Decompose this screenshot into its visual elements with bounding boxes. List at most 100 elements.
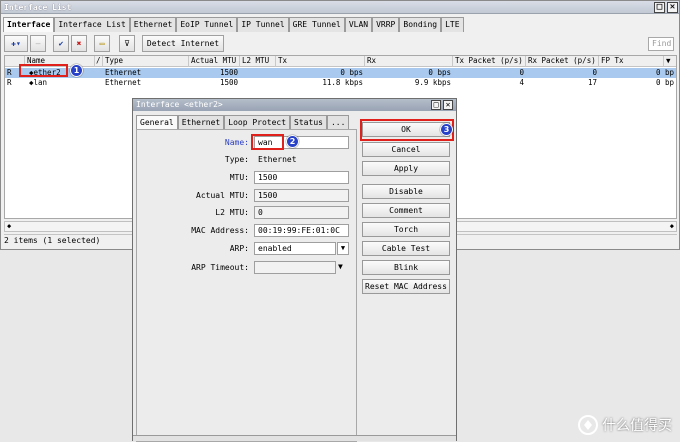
row-actual-mtu: 1500 bbox=[219, 78, 238, 87]
annotation-badge-3: 3 bbox=[440, 123, 453, 136]
dialog-restore-button[interactable]: □ bbox=[431, 100, 441, 110]
tab-lte[interactable]: LTE bbox=[441, 17, 464, 32]
row-rx-pps: 17 bbox=[587, 78, 597, 87]
row-tx: 0 bps bbox=[340, 68, 363, 77]
col-type[interactable]: Type bbox=[103, 56, 189, 67]
tab-bonding[interactable]: Bonding bbox=[399, 17, 442, 32]
column-menu-icon[interactable]: ▼ bbox=[664, 56, 676, 67]
arp-dropdown-icon[interactable]: ▼ bbox=[337, 242, 349, 255]
arp-timeout-label: ARP Timeout: bbox=[191, 263, 249, 272]
tab-ip-tunnel[interactable]: IP Tunnel bbox=[237, 17, 289, 32]
mac-field[interactable]: 00:19:99:FE:01:0C bbox=[254, 224, 349, 237]
mtu-field[interactable]: 1500 bbox=[254, 171, 349, 184]
dialog-status-strip bbox=[133, 435, 456, 441]
annotation-badge-2: 2 bbox=[286, 135, 299, 148]
row-fp-tx: 0 bp bbox=[655, 68, 674, 77]
tab-general[interactable]: General bbox=[136, 115, 178, 129]
tab-interface-list[interactable]: Interface List bbox=[54, 17, 130, 32]
row-name: ◆lan bbox=[29, 78, 48, 87]
window-title-bar[interactable]: Interface List □ ✕ bbox=[1, 1, 679, 14]
arp-timeout-toggle-icon[interactable]: ▼ bbox=[338, 262, 343, 272]
row-rx: 0 bps bbox=[428, 68, 451, 77]
row-type: Ethernet bbox=[105, 78, 142, 87]
tab-eoip-tunnel[interactable]: EoIP Tunnel bbox=[176, 17, 238, 32]
filter-icon[interactable]: ⊽ bbox=[119, 35, 135, 52]
comment-icon[interactable]: ▭ bbox=[94, 35, 110, 52]
close-button[interactable]: ✕ bbox=[667, 2, 678, 13]
table-row[interactable]: R ◆lan Ethernet 1500 11.8 kbps 9.9 kbps … bbox=[5, 78, 676, 88]
col-sort[interactable]: / bbox=[95, 56, 103, 67]
enable-icon[interactable]: ✔ bbox=[53, 35, 69, 52]
type-label: Type: bbox=[224, 155, 249, 164]
table-row[interactable]: R ◆ether2 Ethernet 1500 0 bps 0 bps 0 0 … bbox=[5, 68, 676, 78]
highlight-name bbox=[251, 134, 284, 150]
row-l2-mtu bbox=[240, 68, 276, 78]
tab-interface[interactable]: Interface bbox=[3, 17, 55, 32]
cable-test-button[interactable]: Cable Test bbox=[362, 241, 450, 256]
watermark: 什么值得买 bbox=[578, 415, 672, 435]
tab-status[interactable]: Status bbox=[290, 115, 327, 129]
restore-button[interactable]: □ bbox=[654, 2, 665, 13]
tab-gre-tunnel[interactable]: GRE Tunnel bbox=[288, 17, 345, 32]
disable-button[interactable]: Disable bbox=[362, 184, 450, 199]
blink-button[interactable]: Blink bbox=[362, 260, 450, 275]
mac-label: MAC Address: bbox=[191, 226, 249, 235]
arp-label: ARP: bbox=[229, 244, 249, 253]
tab-vlan[interactable]: VLAN bbox=[344, 17, 373, 32]
detect-internet-button[interactable]: Detect Internet bbox=[142, 35, 224, 52]
col-tx-packet[interactable]: Tx Packet (p/s) bbox=[453, 56, 526, 67]
tab-ethernet[interactable]: Ethernet bbox=[129, 17, 177, 32]
watermark-logo-icon bbox=[578, 415, 598, 435]
watermark-text: 什么值得买 bbox=[602, 418, 672, 434]
scroll-left-icon[interactable]: ◆ bbox=[7, 222, 11, 231]
dialog-title-bar[interactable]: Interface <ether2> □ ✕ bbox=[133, 99, 456, 111]
dialog-close-button[interactable]: ✕ bbox=[443, 100, 453, 110]
add-icon[interactable]: ✚▾ bbox=[4, 35, 28, 52]
row-tx-pps: 0 bbox=[519, 68, 524, 77]
col-l2-mtu[interactable]: L2 MTU bbox=[240, 56, 276, 67]
type-value: Ethernet bbox=[258, 155, 297, 164]
tab-ethernet-settings[interactable]: Ethernet bbox=[177, 115, 225, 129]
comment-button[interactable]: Comment bbox=[362, 203, 450, 218]
highlight-ether2 bbox=[19, 64, 68, 77]
row-rx-pps: 0 bbox=[592, 68, 597, 77]
window-title: Interface List bbox=[4, 3, 72, 12]
row-type: Ethernet bbox=[105, 68, 142, 77]
mtu-label: MTU: bbox=[229, 173, 249, 182]
name-label: Name: bbox=[224, 138, 249, 147]
find-input[interactable]: Find bbox=[648, 37, 674, 51]
tab-more[interactable]: ... bbox=[326, 115, 350, 129]
col-rx-packet[interactable]: Rx Packet (p/s) bbox=[526, 56, 599, 67]
l2mtu-value: 0 bbox=[254, 206, 349, 219]
annotation-badge-1: 1 bbox=[70, 64, 83, 77]
apply-button[interactable]: Apply bbox=[362, 161, 450, 176]
actual-mtu-value: 1500 bbox=[254, 189, 349, 202]
table-header: Name / Type Actual MTU L2 MTU Tx Rx Tx P… bbox=[5, 56, 676, 67]
col-rx[interactable]: Rx bbox=[365, 56, 453, 67]
row-l2-mtu bbox=[240, 78, 276, 88]
tab-loop-protect[interactable]: Loop Protect bbox=[224, 115, 291, 129]
disable-icon[interactable]: ✖ bbox=[71, 35, 87, 52]
l2mtu-label: L2 MTU: bbox=[215, 208, 249, 217]
actual-mtu-label: Actual MTU: bbox=[196, 191, 249, 200]
col-fp-tx[interactable]: FP Tx bbox=[599, 56, 664, 67]
row-rx: 9.9 kbps bbox=[414, 78, 451, 87]
reset-mac-address-button[interactable]: Reset MAC Address bbox=[362, 279, 450, 294]
dialog-title: Interface <ether2> bbox=[136, 100, 223, 109]
col-tx[interactable]: Tx bbox=[276, 56, 365, 67]
torch-button[interactable]: Torch bbox=[362, 222, 450, 237]
row-fp-tx: 0 bp bbox=[655, 78, 674, 87]
row-flag: R bbox=[7, 78, 12, 87]
interface-tabs: Interface Interface List Ethernet EoIP T… bbox=[3, 17, 464, 32]
arp-select[interactable]: enabled bbox=[254, 242, 336, 255]
col-actual-mtu[interactable]: Actual MTU bbox=[189, 56, 240, 67]
arp-timeout-field[interactable] bbox=[254, 261, 336, 274]
row-actual-mtu: 1500 bbox=[219, 68, 238, 77]
toolbar: ✚▾ — ✔ ✖ ▭ ⊽ Detect Internet Find bbox=[4, 35, 678, 53]
row-tx: 11.8 kbps bbox=[322, 78, 363, 87]
tab-vrrp[interactable]: VRRP bbox=[372, 17, 400, 32]
cancel-button[interactable]: Cancel bbox=[362, 142, 450, 157]
remove-icon[interactable]: — bbox=[30, 35, 46, 52]
scroll-right-icon[interactable]: ◆ bbox=[670, 222, 674, 231]
dialog-tabs: General Ethernet Loop Protect Status ... bbox=[136, 115, 350, 129]
